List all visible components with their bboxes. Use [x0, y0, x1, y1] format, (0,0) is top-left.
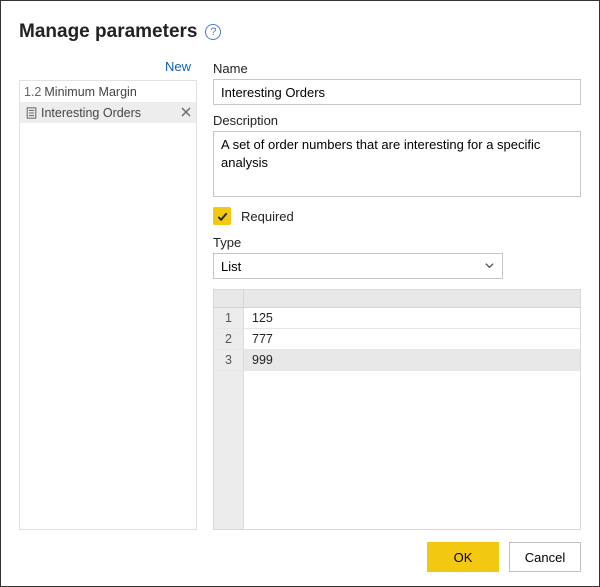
- parameter-list: 1.2 Minimum Margin Interesting Orders: [19, 80, 197, 530]
- grid-rownum: 1: [214, 308, 243, 329]
- parameter-prefix: 1.2: [24, 85, 41, 99]
- grid-rownum: 2: [214, 329, 243, 350]
- grid-header-value: [244, 290, 580, 307]
- grid-header: [214, 290, 580, 308]
- new-parameter-link[interactable]: New: [19, 57, 197, 80]
- list-icon: [24, 107, 38, 119]
- chevron-down-icon: [484, 259, 495, 274]
- parameter-label: Minimum Margin: [44, 85, 193, 99]
- ok-button[interactable]: OK: [427, 542, 499, 572]
- dialog-footer: OK Cancel: [19, 542, 581, 572]
- grid-header-rownum: [214, 290, 244, 307]
- type-label: Type: [213, 235, 581, 250]
- dialog-title: Manage parameters: [19, 21, 197, 43]
- cancel-button[interactable]: Cancel: [509, 542, 581, 572]
- parameter-form: Name Description Required Type List: [213, 57, 581, 530]
- grid-value-column: 125 777 999: [244, 308, 580, 529]
- parameter-sidebar: New 1.2 Minimum Margin Interesting Order…: [19, 57, 197, 530]
- list-values-grid: 1 2 3 125 777 999: [213, 289, 581, 530]
- parameter-item-interesting-orders[interactable]: Interesting Orders: [20, 102, 196, 123]
- description-field[interactable]: [213, 131, 581, 197]
- dialog-body: New 1.2 Minimum Margin Interesting Order…: [19, 57, 581, 530]
- parameter-label: Interesting Orders: [41, 106, 179, 120]
- parameter-item-minimum-margin[interactable]: 1.2 Minimum Margin: [20, 81, 196, 102]
- required-row: Required: [213, 207, 581, 225]
- name-field[interactable]: [213, 79, 581, 105]
- description-label: Description: [213, 113, 581, 128]
- required-label: Required: [241, 209, 294, 224]
- grid-rownum: 3: [214, 350, 243, 371]
- grid-cell[interactable]: 777: [244, 329, 580, 350]
- delete-parameter-icon[interactable]: [179, 105, 193, 120]
- required-checkbox[interactable]: [213, 207, 231, 225]
- dialog-header: Manage parameters ?: [19, 21, 581, 43]
- grid-rownum-column: 1 2 3: [214, 308, 244, 529]
- name-label: Name: [213, 61, 581, 76]
- help-icon[interactable]: ?: [205, 24, 221, 40]
- type-dropdown[interactable]: List: [213, 253, 503, 279]
- grid-cell[interactable]: 999: [244, 350, 580, 371]
- type-value: List: [221, 259, 241, 274]
- grid-cell[interactable]: 125: [244, 308, 580, 329]
